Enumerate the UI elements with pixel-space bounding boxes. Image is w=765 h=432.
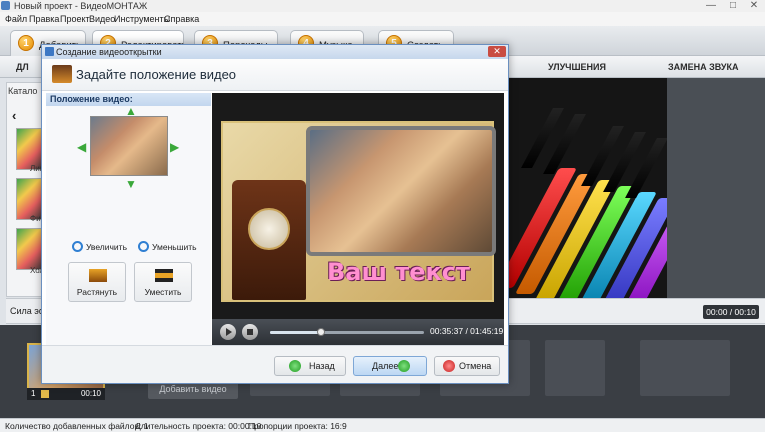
player-time: 00:35:37 / 01:45:19: [430, 326, 504, 336]
fit-label: Уместить: [144, 287, 182, 297]
timeline-slot: [545, 340, 605, 396]
back-arrow-icon: [289, 360, 301, 372]
effect-thumb-label: Фи: [30, 214, 41, 223]
pencil-icon[interactable]: [41, 390, 49, 398]
cancel-button[interactable]: Отмена: [434, 356, 500, 376]
minimize-button[interactable]: —: [700, 0, 722, 12]
video-card-dialog: Создание видеооткрытки ✕ Задайте положен…: [41, 44, 509, 384]
zoom-in-icon: [72, 241, 83, 252]
subtab-sound-replace[interactable]: ЗАМЕНА ЗВУКА: [668, 56, 739, 78]
app-icon: [1, 1, 10, 10]
move-up-icon[interactable]: ▲: [125, 105, 137, 117]
dialog-heading: Задайте положение видео: [76, 67, 237, 82]
timeline-slot: [640, 340, 730, 396]
window-titlebar: Новый проект - ВидеоМОНТАЖ — □ ✕: [0, 0, 765, 12]
position-thumbnail[interactable]: [90, 116, 168, 176]
dialog-app-icon: [45, 47, 54, 56]
back-button[interactable]: Назад: [274, 356, 346, 376]
next-arrow-icon: [398, 360, 410, 372]
stretch-icon: [89, 269, 107, 282]
seek-bar[interactable]: [270, 328, 424, 336]
menu-tools[interactable]: Инструменты: [114, 12, 170, 26]
scroll-left-icon[interactable]: ‹: [12, 108, 16, 123]
dialog-header: Задайте положение видео: [42, 59, 508, 91]
player-controls: 00:35:37 / 01:45:19: [212, 319, 504, 345]
overlay-text[interactable]: Ваш текст: [327, 258, 470, 286]
seek-fill: [270, 331, 321, 334]
zoom-out-icon: [138, 241, 149, 252]
menu-video[interactable]: Видео: [89, 12, 115, 26]
move-right-icon[interactable]: ▶: [170, 141, 179, 153]
dialog-title: Создание видеооткрытки: [56, 47, 162, 57]
next-button[interactable]: Далее: [353, 356, 427, 376]
film-icon: [52, 65, 72, 83]
move-left-icon[interactable]: ◀: [77, 141, 86, 153]
zoom-in-button[interactable]: Увеличить: [72, 241, 127, 252]
stop-button[interactable]: [242, 324, 258, 340]
subtab-effects[interactable]: ДЛ: [16, 56, 29, 78]
status-file-count: Количество добавленных файлов: 1: [5, 421, 149, 431]
clock-decoration: [232, 180, 306, 300]
zoom-out-button[interactable]: Уменьшить: [138, 241, 197, 252]
video-frame[interactable]: [306, 126, 496, 256]
menubar: Файл Правка Проект Видео Инструменты Спр…: [0, 12, 765, 26]
position-panel: Положение видео: ▲ ▼ ◀ ▶ Увеличить Умень…: [46, 93, 211, 345]
step-number: 1: [18, 35, 34, 51]
play-button[interactable]: [220, 324, 236, 340]
fit-button[interactable]: Уместить: [134, 262, 192, 302]
next-label: Далее: [372, 361, 399, 371]
seek-handle[interactable]: [316, 328, 325, 336]
move-down-icon[interactable]: ▼: [125, 178, 137, 190]
card-preview: Ваш текст 00:35:37 / 01:45:19: [212, 93, 504, 345]
stretch-button[interactable]: Растянуть: [68, 262, 126, 302]
clip-number: 1: [31, 389, 36, 398]
zoom-out-label: Уменьшить: [152, 242, 197, 252]
subtab-improvements[interactable]: УЛУЧШЕНИЯ: [548, 56, 606, 78]
cancel-label: Отмена: [459, 361, 492, 371]
right-panel: [667, 78, 765, 298]
effect-thumb[interactable]: [16, 228, 44, 270]
zoom-in-label: Увеличить: [86, 242, 127, 252]
postcard-frame: Ваш текст: [221, 121, 496, 302]
cancel-icon: [443, 360, 455, 372]
back-label: Назад: [309, 361, 335, 371]
menu-edit[interactable]: Правка: [29, 12, 59, 26]
timeline-clip-footer: 1 00:10: [27, 388, 105, 400]
dialog-close-button[interactable]: ✕: [488, 46, 506, 57]
preview-piano-image: [507, 78, 667, 298]
status-duration: Длительность проекта: 00:00:10: [135, 421, 262, 431]
close-window-button[interactable]: ✕: [743, 0, 765, 12]
menu-project[interactable]: Проект: [60, 12, 90, 26]
menu-file[interactable]: Файл: [5, 12, 27, 26]
window-title: Новый проект - ВидеоМОНТАЖ: [14, 1, 148, 11]
statusbar: Количество добавленных файлов: 1 Длитель…: [0, 418, 765, 432]
fit-icon: [155, 269, 173, 282]
preview-time: 00:00 / 00:10: [703, 305, 759, 319]
stretch-label: Растянуть: [76, 287, 118, 297]
clock-face: [248, 208, 290, 250]
dialog-footer: Назад Далее Отмена: [42, 345, 508, 383]
clip-duration: 00:10: [80, 389, 101, 398]
dialog-titlebar: Создание видеооткрытки ✕: [42, 45, 508, 59]
maximize-button[interactable]: □: [722, 0, 744, 12]
status-ratio: Пропорции проекта: 16:9: [248, 421, 347, 431]
menu-help[interactable]: Справка: [164, 12, 199, 26]
